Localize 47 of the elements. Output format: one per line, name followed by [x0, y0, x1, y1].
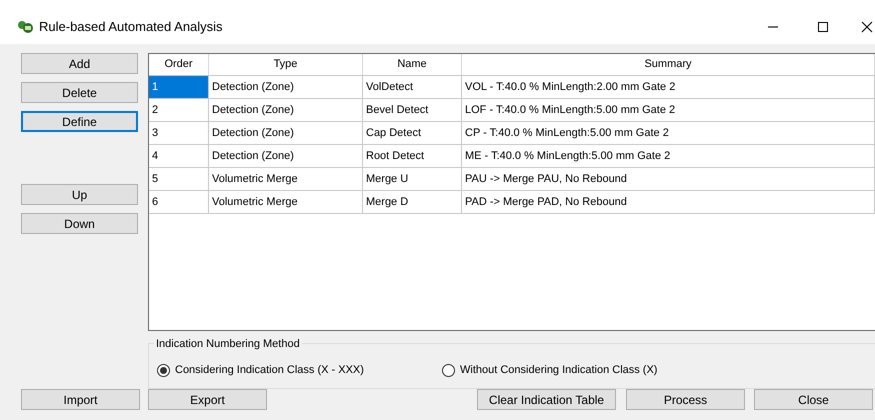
side-button[interactable]: Up — [21, 184, 138, 205]
side-button[interactable]: Down — [21, 213, 138, 234]
table-cell: CP - T:40.0 % MinLength:5.00 mm Gate 2 — [462, 122, 875, 144]
table-cell: 4 — [149, 145, 209, 167]
column-header[interactable]: Type — [209, 54, 363, 75]
maximize-icon[interactable] — [817, 21, 829, 33]
table-cell: VOL - T:40.0 % MinLength:2.00 mm Gate 2 — [462, 76, 875, 98]
radio-label[interactable]: Considering Indication Class (X - XXX) — [175, 362, 364, 378]
table-cell: Volumetric Merge — [209, 191, 363, 213]
export-button[interactable]: Export — [148, 389, 267, 410]
app-icon — [17, 20, 33, 34]
table-cell: PAU -> Merge PAU, No Rebound — [462, 168, 875, 190]
table-cell: 5 — [149, 168, 209, 190]
side-button[interactable]: Add — [21, 53, 138, 74]
table-cell: Detection (Zone) — [209, 122, 363, 144]
table-cell: 2 — [149, 99, 209, 121]
group-title: Indication Numbering Method — [154, 336, 302, 352]
table-cell: Merge D — [363, 191, 462, 213]
clear-table-button[interactable]: Clear Indication Table — [477, 389, 616, 410]
table-cell: 1 — [149, 76, 209, 98]
table-cell: Detection (Zone) — [209, 76, 363, 98]
import-button[interactable]: Import — [21, 389, 140, 410]
column-header[interactable]: Summary — [462, 54, 875, 75]
table-cell: 6 — [149, 191, 209, 213]
column-header[interactable]: Order — [149, 54, 209, 75]
process-button[interactable]: Process — [626, 389, 745, 410]
table-cell: Detection (Zone) — [209, 99, 363, 121]
radio-button[interactable] — [442, 364, 455, 376]
window-title: Rule-based Automated Analysis — [39, 18, 223, 36]
side-button[interactable]: Delete — [21, 82, 138, 103]
side-button[interactable]: Define — [21, 111, 138, 132]
radio-button[interactable] — [157, 364, 170, 376]
table-cell: Root Detect — [363, 145, 462, 167]
table-cell: Volumetric Merge — [209, 168, 363, 190]
table-cell: Merge U — [363, 168, 462, 190]
table-cell: VolDetect — [363, 76, 462, 98]
column-header[interactable]: Name — [363, 54, 462, 75]
table-cell: Bevel Detect — [363, 99, 462, 121]
table-cell: Detection (Zone) — [209, 145, 363, 167]
radio-label[interactable]: Without Considering Indication Class (X) — [460, 362, 658, 378]
table-cell: PAD -> Merge PAD, No Rebound — [462, 191, 875, 213]
close-button[interactable]: Close — [754, 389, 873, 410]
close-icon[interactable] — [861, 21, 873, 33]
table-cell: LOF - T:40.0 % MinLength:5.00 mm Gate 2 — [462, 99, 875, 121]
table-cell: ME - T:40.0 % MinLength:5.00 mm Gate 2 — [462, 145, 875, 167]
table-cell: 3 — [149, 122, 209, 144]
table-cell: Cap Detect — [363, 122, 462, 144]
